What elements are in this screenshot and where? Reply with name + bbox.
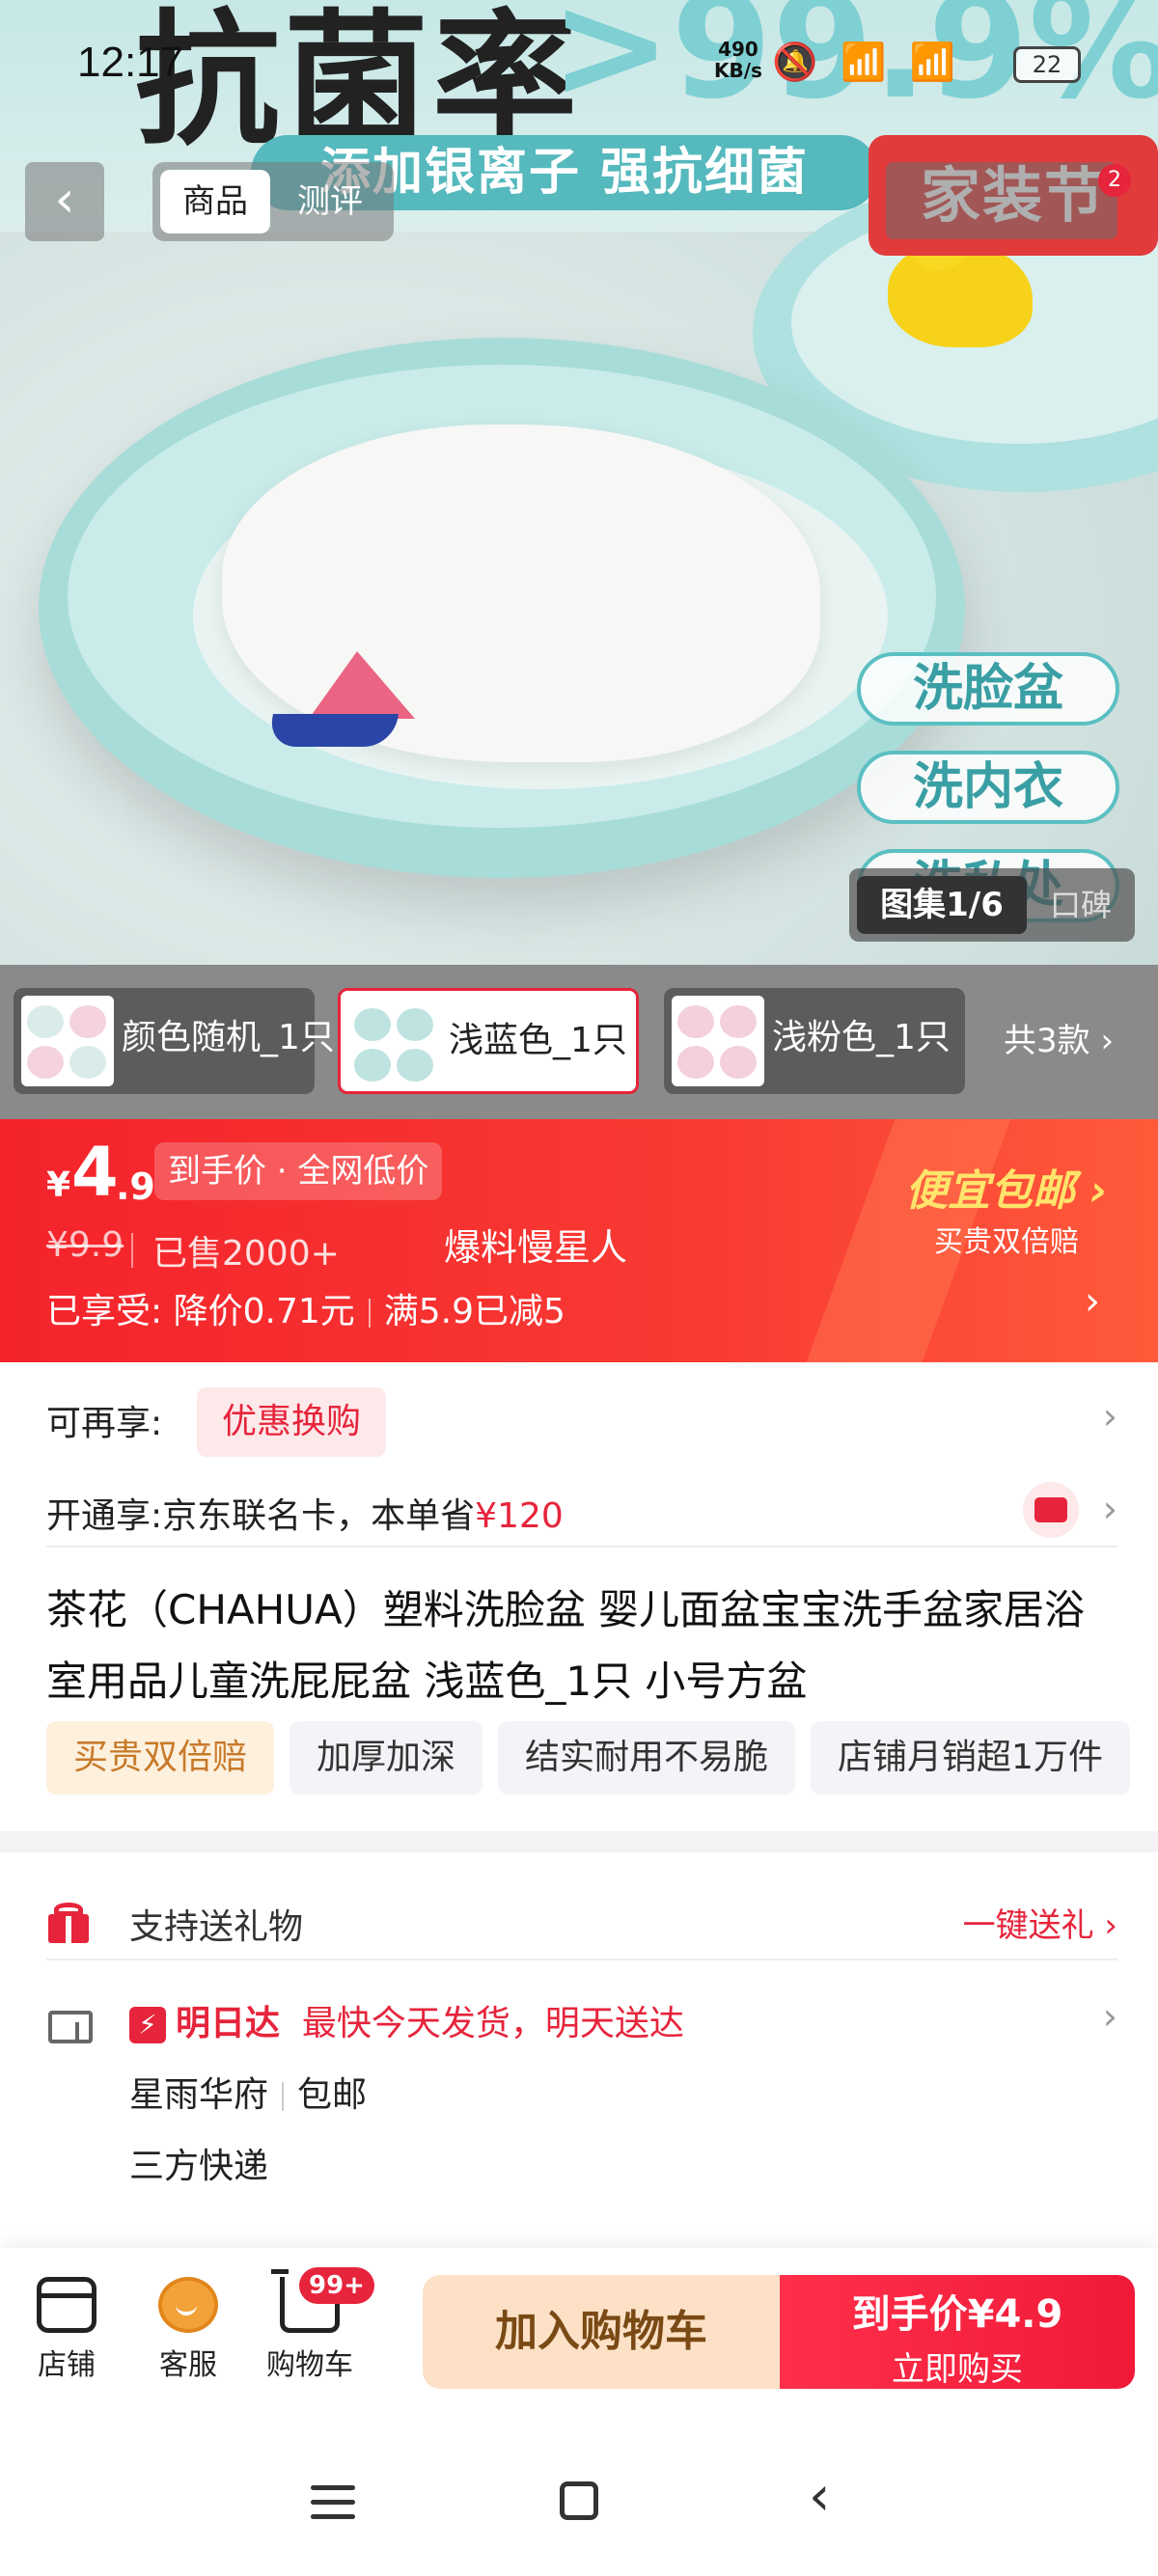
buy-label: 立即购买 xyxy=(892,2350,1023,2389)
shipping-text: 包邮 xyxy=(297,2075,368,2115)
add-to-cart-button[interactable]: 加入购物车 xyxy=(423,2275,780,2389)
customer-service-button[interactable]: 客服 xyxy=(135,2277,241,2383)
discount-full-reduction: 满5.9已减5 xyxy=(383,1292,565,1331)
product-tags: 买贵双倍赔 加厚加深 结实耐用不易脆 店铺月销超1万件 xyxy=(46,1721,1158,1798)
discount-summary: 已享受: 降价0.71元 满5.9已减5 xyxy=(46,1283,565,1333)
reviews-tab[interactable]: 口碑 xyxy=(1034,876,1127,934)
discount-price-drop: 降价0.71元 xyxy=(173,1292,355,1331)
chevron-right-icon: › xyxy=(1102,1395,1117,1438)
delivery-badge: 明日达 xyxy=(176,2004,281,2043)
courier-text: 三方快递 xyxy=(129,2147,269,2186)
tag-durable: 结实耐用不易脆 xyxy=(498,1721,796,1795)
discount-label: 已享受: xyxy=(46,1292,163,1331)
use-pill-underwear: 洗内衣 xyxy=(857,751,1119,824)
courier-row: 三方快递 xyxy=(129,2138,1117,2196)
original-price: ¥9.9 xyxy=(46,1225,124,1265)
card-text: 京东联名卡，本单省 xyxy=(162,1496,476,1536)
delivery-text: 最快今天发货，明天送达 xyxy=(301,2004,684,2043)
product-page: 抗菌率 >99.9% 添加银离子 强抗细菌 洗脸盆 洗内衣 洗私处 12:17 … xyxy=(0,0,1158,2576)
coupon-tag[interactable]: 优惠换购 xyxy=(197,1387,387,1457)
variant-light-pink[interactable]: 浅粉色_1只 xyxy=(664,988,965,1094)
status-time: 12:17 xyxy=(77,39,184,86)
price-integer: 4 xyxy=(71,1133,119,1212)
variant-label: 浅蓝色_1只 xyxy=(449,1021,627,1060)
variant-random[interactable]: 颜色随机_1只 xyxy=(14,988,335,1094)
chevron-right-icon: › xyxy=(1102,1995,1117,2038)
card-save-amount: ¥120 xyxy=(475,1496,564,1536)
tag-monthly-sales: 店铺月销超1万件 xyxy=(811,1721,1130,1795)
chevron-left-icon: ‹ xyxy=(54,171,75,229)
tag-price-guarantee: 买贵双倍赔 xyxy=(46,1721,275,1795)
promo-row[interactable]: 可再享: 优惠换购 › xyxy=(46,1387,1117,1457)
price-decimal: .9 xyxy=(116,1165,155,1208)
home-icon[interactable] xyxy=(560,2481,598,2520)
back-icon[interactable]: ‹ xyxy=(809,2470,830,2524)
top-tabs: 商品 测评 xyxy=(152,162,394,241)
gift-row[interactable]: 支持送礼物 一键送礼 › xyxy=(129,1899,1117,1957)
status-bar: 12:17 490 KB/s 🔕 📶 📶 22 xyxy=(0,0,1158,125)
service-card: 支持送礼物 一键送礼 › ⚡ 明日达 最快今天发货，明天送达 › 星雨华府 包邮 三… xyxy=(0,1852,1158,2287)
bottom-action-bar: 店铺 客服 购物车 99+ 加入购物车 到手价¥4.9 立即购买 xyxy=(0,2248,1158,2431)
shop-label: 店铺 xyxy=(38,2348,96,2382)
back-button[interactable]: ‹ xyxy=(25,162,104,241)
price-currency: ¥ xyxy=(46,1165,71,1205)
net-speed: 490 KB/s xyxy=(714,38,762,82)
cheap-shipping-title[interactable]: 便宜包邮 › xyxy=(905,1156,1107,1218)
lightning-icon: ⚡ xyxy=(129,2007,166,2043)
variant-strip: 颜色随机_1只 浅蓝色_1只 浅粉色_1只 共3款 › xyxy=(0,965,1158,1119)
cart-badge: 99+ xyxy=(299,2267,374,2304)
service-label: 客服 xyxy=(159,2348,217,2382)
menu-icon[interactable] xyxy=(311,2485,355,2520)
delivery-row[interactable]: ⚡ 明日达 最快今天发货，明天送达 › xyxy=(129,1995,1117,2053)
truck-icon xyxy=(48,2011,93,2043)
product-info-card: 可再享: 优惠换购 › 开通享:京东联名卡，本单省¥120 › 茶花（CHAHU… xyxy=(0,1362,1158,1831)
variant-light-blue[interactable]: 浅蓝色_1只 xyxy=(338,988,639,1094)
card-row[interactable]: 开通享:京东联名卡，本单省¥120 › xyxy=(46,1482,1117,1546)
tag-thick: 加厚加深 xyxy=(290,1721,483,1795)
chevron-right-icon: › xyxy=(1102,1488,1117,1530)
address-text: 星雨华府 xyxy=(129,2075,269,2115)
promo-label: 可再享: xyxy=(46,1404,163,1443)
gallery-switch[interactable]: 图集1/6 口碑 xyxy=(849,868,1135,942)
system-nav-bar: ‹ xyxy=(0,2431,1158,2576)
address-info: 星雨华府 包邮 xyxy=(129,2067,367,2117)
delivery-info: ⚡ 明日达 最快今天发货，明天送达 xyxy=(129,1995,684,2045)
buy-now-button[interactable]: 到手价¥4.9 立即购买 xyxy=(780,2275,1135,2389)
variant-label: 浅粉色_1只 xyxy=(772,1018,951,1057)
gift-action[interactable]: 一键送礼 › xyxy=(963,1899,1117,1946)
price-guarantee: 买贵双倍赔 xyxy=(934,1225,1079,1259)
tab-product[interactable]: 商品 xyxy=(160,170,270,233)
shop-icon xyxy=(37,2277,96,2333)
address-row[interactable]: 星雨华府 包邮 xyxy=(129,2067,1117,2124)
battery-icon: 22 xyxy=(1013,46,1081,83)
credit-card-icon xyxy=(1023,1482,1079,1538)
card-offer: 开通享:京东联名卡，本单省¥120 xyxy=(46,1488,564,1538)
variant-more-link[interactable]: 共3款 › xyxy=(1004,988,1114,1094)
chevron-right-icon: › xyxy=(1085,1279,1100,1324)
variant-label: 颜色随机_1只 xyxy=(122,1018,335,1057)
cart-count-badge: 2 xyxy=(1098,164,1131,197)
product-title: 茶花（CHAHUA）塑料洗脸盆 婴儿面盆宝宝洗手盆家居浴室用品儿童洗屁屁盆 浅蓝… xyxy=(46,1586,1086,1705)
gallery-counter[interactable]: 图集1/6 xyxy=(857,876,1027,934)
price-tag: 到手价 · 全网低价 xyxy=(154,1142,443,1200)
gift-icon xyxy=(48,1903,89,1943)
sold-count: 已售2000+ xyxy=(152,1234,340,1274)
buy-price: 到手价¥4.9 xyxy=(851,2292,1063,2337)
card-label: 开通享: xyxy=(46,1496,163,1536)
signal-icons: 🔕 📶 📶 xyxy=(772,41,962,83)
shop-button[interactable]: 店铺 xyxy=(14,2277,120,2383)
boat-hull-graphic xyxy=(267,714,399,747)
cart-label: 购物车 xyxy=(266,2348,353,2382)
tab-review[interactable]: 测评 xyxy=(276,170,384,233)
variant-thumbnail xyxy=(348,999,441,1089)
gift-label: 支持送礼物 xyxy=(129,1907,304,1947)
customer-service-icon xyxy=(158,2277,218,2333)
variant-thumbnail xyxy=(672,996,764,1086)
burst-text: 爆料慢星人 xyxy=(444,1226,628,1269)
boat-sail-graphic xyxy=(309,651,415,719)
use-pill-face: 洗脸盆 xyxy=(857,652,1119,726)
price-banner[interactable]: ¥ 4 .9 到手价 · 全网低价 ¥9.9 已售2000+ 爆料慢星人 已享受… xyxy=(0,1119,1158,1362)
variant-thumbnail xyxy=(21,996,114,1086)
top-cart-area[interactable]: 家装节 2 xyxy=(868,135,1158,256)
